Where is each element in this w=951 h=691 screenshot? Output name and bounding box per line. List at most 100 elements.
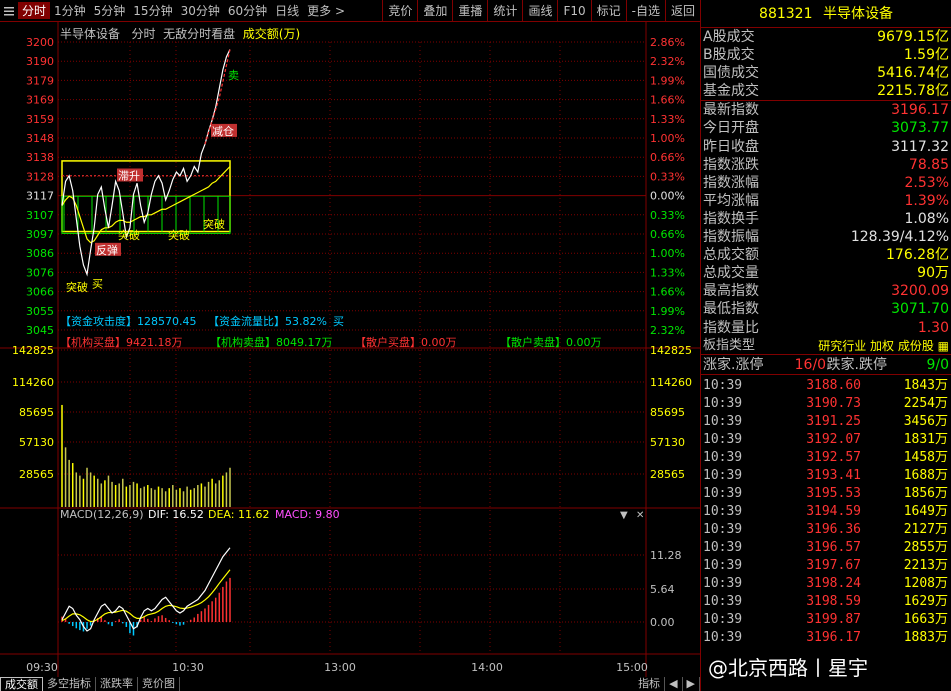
index-stat-value: 3200.09	[891, 283, 949, 300]
price-line	[61, 49, 231, 277]
tool-remove-favorite[interactable]: -自选	[625, 0, 665, 22]
signal-annotation: 突破	[168, 228, 190, 242]
index-type-value[interactable]: 研究行业 加权 成份股 ▦	[818, 337, 949, 354]
price-tick-label: 3055	[26, 305, 54, 318]
period-60min[interactable]: 60分钟	[224, 2, 271, 19]
tab-updown-rate[interactable]: 涨跌率	[96, 677, 138, 691]
tick-volume: 1883万	[903, 629, 948, 645]
period-timeshare[interactable]: 分时	[18, 2, 51, 19]
tick-price: 3196.17	[806, 629, 861, 645]
index-stat-value: 1.08%	[904, 210, 949, 227]
period-more[interactable]: 更多 >	[303, 2, 349, 19]
tick-row: 10:39 3191.25 3456万	[701, 413, 951, 431]
tick-time: 10:39	[703, 611, 743, 627]
index-stat-label: 总成交量	[703, 265, 759, 282]
index-stat-label: 平均涨幅	[703, 192, 759, 209]
tool-overlay[interactable]: 叠加	[417, 0, 452, 22]
chart-title: 半导体设备 分时 无敌分时看盘 成交额(万)	[60, 25, 300, 42]
tab-longshort[interactable]: 多空指标	[43, 677, 96, 691]
tick-price: 3188.60	[806, 377, 861, 393]
index-stat-label: 昨日收盘	[703, 138, 759, 155]
signal-annotation: 减仓	[212, 124, 234, 138]
pct-tick-label: 2.32%	[650, 324, 685, 337]
fund-attack-label: 【资金攻击度】128570.45	[60, 314, 196, 328]
index-stat-row: 指数涨幅 2.53%	[701, 174, 951, 192]
index-stat-label: 指数换手	[703, 210, 759, 227]
volume-tick-label: 85695	[19, 406, 54, 419]
index-code: 881321	[759, 6, 813, 22]
tick-price: 3194.59	[806, 503, 861, 519]
pct-tick-label: 0.66%	[650, 228, 685, 241]
period-30min[interactable]: 30分钟	[177, 2, 224, 19]
index-stat-row: 指数量比 1.30	[701, 319, 951, 337]
tick-volume: 2254万	[903, 395, 948, 411]
tick-volume: 1663万	[903, 611, 948, 627]
tick-volume: 2127万	[903, 521, 948, 537]
pct-tick-label: 2.32%	[650, 55, 685, 68]
tick-row: 10:39 3190.73 2254万	[701, 395, 951, 413]
tick-time: 10:39	[703, 521, 743, 537]
tool-auction[interactable]: 竞价	[382, 0, 417, 22]
index-stat-row: 最高指数 3200.09	[701, 282, 951, 300]
macd-tick-label: 0.00	[650, 616, 675, 629]
tick-list: 10:39 3188.60 1843万 10:39 3190.73 2254万 10:39 3…	[701, 375, 951, 647]
scroll-right-icon[interactable]: ▶	[683, 677, 700, 691]
period-15min[interactable]: 15分钟	[129, 2, 176, 19]
tool-f10[interactable]: F10	[557, 0, 590, 22]
index-stat-value: 176.28亿	[886, 247, 949, 264]
tool-back[interactable]: 返回	[664, 0, 700, 22]
tick-time: 10:39	[703, 377, 743, 393]
index-stat-value: 3117.32	[891, 138, 949, 155]
tab-auction-chart[interactable]: 竞价图	[138, 677, 180, 691]
tab-indicator[interactable]: 指标	[634, 677, 666, 691]
tab-turnover[interactable]: 成交额	[0, 677, 43, 691]
tool-mark[interactable]: 标记	[590, 0, 626, 22]
period-5min[interactable]: 5分钟	[90, 2, 130, 19]
tick-row: 10:39 3195.53 1856万	[701, 485, 951, 503]
quote-header: 881321 半导体设备	[701, 0, 951, 28]
price-tick-label: 3179	[26, 74, 54, 87]
tool-draw[interactable]: 画线	[522, 0, 557, 22]
index-stat-label: 总成交额	[703, 247, 759, 264]
volume-tick-label: 142825	[12, 344, 54, 357]
period-1min[interactable]: 1分钟	[50, 2, 90, 19]
macd-dropdown-icon: ▼	[620, 510, 628, 521]
indicator-tabs: 成交额 多空指标 涨跌率 竞价图 指标 ◀ ▶	[0, 677, 700, 691]
macd-close-icon: ✕	[636, 510, 644, 521]
index-stat-label: 指数涨幅	[703, 174, 759, 191]
period-toolbar: 分时 1分钟 5分钟 15分钟 30分钟 60分钟 日线 更多 > 竞价 叠加 …	[0, 0, 700, 22]
pct-tick-label: 1.33%	[650, 113, 685, 126]
tick-price: 3192.57	[806, 449, 861, 465]
price-tick-label: 3076	[26, 266, 54, 279]
pct-tick-label: 0.33%	[650, 170, 685, 183]
index-stat-value: 128.39/4.12%	[850, 229, 949, 246]
down-value: 9/0	[926, 356, 949, 373]
quote-panel: 881321 半导体设备 A股成交 9679.15亿 B股成交 1.59亿 国债成交 54…	[700, 0, 951, 691]
tick-row: 10:39 3188.60 1843万	[701, 377, 951, 395]
tool-stats[interactable]: 统计	[487, 0, 522, 22]
index-stat-label: 今日开盘	[703, 120, 759, 137]
index-stat-label: 最新指数	[703, 102, 759, 119]
index-stat-row: 总成交量 90万	[701, 264, 951, 282]
scroll-left-icon[interactable]: ◀	[665, 677, 683, 691]
price-tick-label: 3107	[26, 209, 54, 222]
macd-value: MACD: 9.80	[275, 508, 340, 521]
tick-price: 3195.53	[806, 485, 861, 501]
volume-tick-label-right: 142825	[650, 344, 692, 357]
tick-price: 3190.73	[806, 395, 861, 411]
menu-icon[interactable]	[0, 2, 18, 20]
pct-tick-label: 0.66%	[650, 151, 685, 164]
tick-time: 10:39	[703, 629, 743, 645]
tick-time: 10:39	[703, 431, 743, 447]
index-stat-value: 3073.77	[891, 120, 949, 137]
price-tick-label: 3138	[26, 151, 54, 164]
tick-row: 10:39 3192.07 1831万	[701, 431, 951, 449]
period-daily[interactable]: 日线	[271, 2, 303, 19]
fund-flow-ratio-label: 【资金流量比】53.82%	[208, 314, 327, 328]
tool-replay[interactable]: 重播	[452, 0, 487, 22]
turnover-label: 基金成交	[703, 83, 759, 100]
macd-tick-label: 11.28	[650, 549, 682, 562]
pct-tick-label: 1.00%	[650, 132, 685, 145]
intraday-chart[interactable]: 半导体设备 分时 无敌分时看盘 成交额(万) 3200 2.86% 3190 2.32…	[0, 22, 700, 677]
signal-annotation: 卖	[228, 69, 239, 82]
